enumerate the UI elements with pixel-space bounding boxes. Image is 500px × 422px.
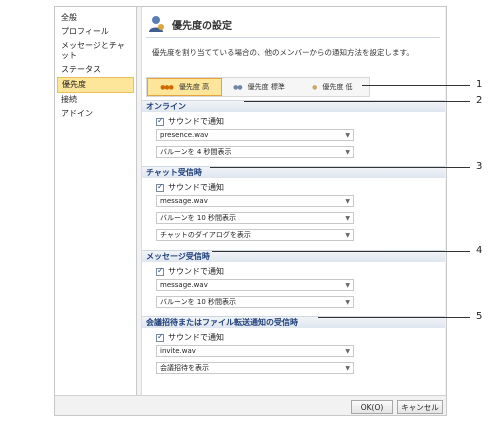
checkbox-label: サウンドで通知 <box>168 183 224 192</box>
callout-line-5 <box>318 317 470 318</box>
callout-line-2 <box>244 101 470 102</box>
chevron-down-icon: ▼ <box>345 131 350 139</box>
callout-number-2: 2 <box>476 95 483 106</box>
priority-low-icon: ● <box>312 83 317 91</box>
message-sound-select[interactable]: message.wav ▼ <box>156 279 354 291</box>
online-sound-select[interactable]: presence.wav ▼ <box>156 129 354 141</box>
settings-window: 全般 プロフィール メッセージとチャ ット ステータス 優先度 接続 アドイン … <box>54 6 447 416</box>
chevron-down-icon: ▼ <box>345 197 350 205</box>
tab-priority-standard[interactable]: ●● 優先度 標準 <box>222 78 295 96</box>
priority-tab-bar: ●●● 優先度 高 ●● 優先度 標準 ● 優先度 低 <box>146 77 370 97</box>
online-sound-row: サウンドで通知 <box>156 116 224 127</box>
callout-line-3 <box>210 167 470 168</box>
checkbox-label: サウンドで通知 <box>168 267 224 276</box>
ok-button[interactable]: OK(O) <box>351 400 393 414</box>
sidebar-item-addins[interactable]: アドイン <box>55 107 136 121</box>
callout-number-4: 4 <box>476 245 483 256</box>
priority-standard-icon: ●● <box>233 83 243 91</box>
chevron-down-icon: ▼ <box>345 364 350 372</box>
sidebar-item-status[interactable]: ステータス <box>55 63 136 77</box>
select-value: バルーンを 10 秒間表示 <box>160 214 237 222</box>
panel-description: 優先度を割り当てている場合の、他のメンバーからの通知方法を設定します。 <box>152 48 414 57</box>
chevron-down-icon: ▼ <box>345 231 350 239</box>
tab-priority-low[interactable]: ● 優先度 低 <box>296 78 369 96</box>
cancel-button[interactable]: キャンセル <box>397 400 443 414</box>
invite-sound-select[interactable]: invite.wav ▼ <box>156 345 354 357</box>
panel-header: 優先度の設定 <box>146 13 232 35</box>
chat-sound-checkbox[interactable] <box>156 182 164 192</box>
message-sound-checkbox[interactable] <box>156 266 164 276</box>
invite-display-select[interactable]: 会議招待を表示 ▼ <box>156 362 354 374</box>
chat-dialog-select[interactable]: チャットのダイアログを表示 ▼ <box>156 229 354 241</box>
sidebar-item-messages-chat[interactable]: メッセージとチャ ット <box>55 39 136 63</box>
sidebar-item-connection[interactable]: 接続 <box>55 93 136 107</box>
chat-balloon-select[interactable]: バルーンを 10 秒間表示 ▼ <box>156 212 354 224</box>
select-value: message.wav <box>160 197 208 205</box>
chevron-down-icon: ▼ <box>345 281 350 289</box>
sidebar-item-profile[interactable]: プロフィール <box>55 25 136 39</box>
page-title: 優先度の設定 <box>172 20 232 32</box>
settings-sidebar: 全般 プロフィール メッセージとチャ ット ステータス 優先度 接続 アドイン <box>55 7 137 395</box>
tab-label: 優先度 高 <box>178 83 210 91</box>
chevron-down-icon: ▼ <box>345 214 350 222</box>
chat-sound-select[interactable]: message.wav ▼ <box>156 195 354 207</box>
chevron-down-icon: ▼ <box>345 148 350 156</box>
message-balloon-select[interactable]: バルーンを 10 秒間表示 ▼ <box>156 296 354 308</box>
select-value: message.wav <box>160 281 208 289</box>
chat-sound-row: サウンドで通知 <box>156 182 224 193</box>
callout-number-5: 5 <box>476 311 483 322</box>
callout-number-1: 1 <box>476 79 483 90</box>
select-value: presence.wav <box>160 131 209 139</box>
tab-priority-high[interactable]: ●●● 優先度 高 <box>147 78 223 96</box>
checkbox-label: サウンドで通知 <box>168 333 224 342</box>
tab-label: 優先度 標準 <box>247 83 285 91</box>
invite-sound-checkbox[interactable] <box>156 332 164 342</box>
priority-settings-panel: 優先度の設定 優先度を割り当てている場合の、他のメンバーからの通知方法を設定しま… <box>141 7 445 395</box>
select-value: バルーンを 10 秒間表示 <box>160 298 237 306</box>
dialog-footer: OK(O) キャンセル <box>55 395 446 415</box>
header-divider <box>146 37 440 38</box>
callout-number-3: 3 <box>476 161 483 172</box>
sidebar-item-general[interactable]: 全般 <box>55 11 136 25</box>
select-value: チャットのダイアログを表示 <box>160 231 251 239</box>
checkbox-label: サウンドで通知 <box>168 117 224 126</box>
priority-high-icon: ●●● <box>160 83 174 91</box>
tab-label: 優先度 低 <box>322 83 353 91</box>
chevron-down-icon: ▼ <box>345 298 350 306</box>
select-value: 会議招待を表示 <box>160 364 209 372</box>
online-sound-checkbox[interactable] <box>156 116 164 126</box>
select-value: invite.wav <box>160 347 196 355</box>
callout-line-1 <box>362 85 470 86</box>
sidebar-item-priority[interactable]: 優先度 <box>57 77 134 93</box>
chevron-down-icon: ▼ <box>345 347 350 355</box>
online-balloon-select[interactable]: バルーンを 4 秒間表示 ▼ <box>156 146 354 158</box>
callout-line-4 <box>212 251 470 252</box>
message-sound-row: サウンドで通知 <box>156 266 224 277</box>
select-value: バルーンを 4 秒間表示 <box>160 148 232 156</box>
priority-person-icon <box>149 16 164 32</box>
invite-sound-row: サウンドで通知 <box>156 332 224 343</box>
